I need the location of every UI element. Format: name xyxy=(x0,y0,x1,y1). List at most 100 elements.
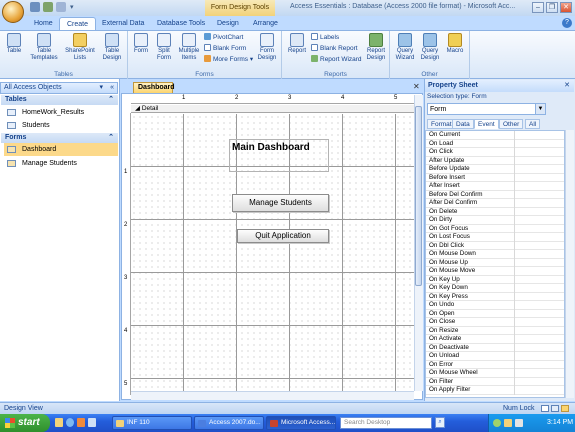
property-scrollbar[interactable] xyxy=(565,130,574,398)
start-button[interactable]: start xyxy=(0,414,50,432)
property-value-field[interactable] xyxy=(514,207,564,216)
property-value-field[interactable] xyxy=(514,309,564,318)
query-design-button[interactable]: Query Design xyxy=(418,33,442,62)
property-value-field[interactable] xyxy=(514,352,564,361)
tray-icon[interactable] xyxy=(504,419,512,427)
property-row[interactable]: On Load xyxy=(426,139,564,148)
property-value-field[interactable] xyxy=(514,156,564,165)
blank-report-button[interactable]: Blank Report xyxy=(311,44,358,52)
tab-other[interactable]: Other xyxy=(499,119,524,129)
report-wizard-button[interactable]: Report Wizard xyxy=(311,55,362,63)
close-document-icon[interactable]: ✕ xyxy=(413,82,420,91)
property-row[interactable]: On Mouse Down xyxy=(426,250,564,259)
redo-icon[interactable] xyxy=(56,2,66,12)
object-selector[interactable]: Form ▼ xyxy=(427,103,546,115)
tab-design[interactable]: Design xyxy=(210,17,246,30)
property-row[interactable]: Before Del Confirm xyxy=(426,190,564,199)
qat-customize-icon[interactable]: ▾ xyxy=(70,3,74,11)
property-value-field[interactable] xyxy=(514,233,564,242)
property-row[interactable]: On Current xyxy=(426,131,564,140)
minimize-button[interactable]: – xyxy=(532,2,544,13)
show-desktop-icon[interactable] xyxy=(88,418,96,427)
property-row[interactable]: On Mouse Wheel xyxy=(426,369,564,378)
property-row[interactable]: On Unload xyxy=(426,352,564,361)
property-row[interactable]: On Lost Focus xyxy=(426,233,564,242)
property-value-field[interactable] xyxy=(514,173,564,182)
property-value-field[interactable] xyxy=(514,335,564,344)
form-button[interactable]: Form xyxy=(130,33,152,55)
property-row[interactable]: After Update xyxy=(426,156,564,165)
property-value-field[interactable] xyxy=(514,326,564,335)
property-row[interactable]: On Mouse Up xyxy=(426,258,564,267)
property-row[interactable]: Before Update xyxy=(426,165,564,174)
taskbar-item-inf110[interactable]: INF 110 xyxy=(112,416,192,430)
quicklaunch-icon[interactable] xyxy=(55,418,63,427)
nav-dropdown-icon[interactable]: ▾ xyxy=(99,83,103,93)
report-design-button[interactable]: Report Design xyxy=(364,33,388,62)
property-row[interactable]: On Got Focus xyxy=(426,224,564,233)
property-row[interactable]: On Open xyxy=(426,309,564,318)
close-property-sheet-icon[interactable]: ✕ xyxy=(564,80,570,91)
property-value-field[interactable] xyxy=(514,292,564,301)
property-value-field[interactable] xyxy=(514,369,564,378)
document-tab-dashboard[interactable]: Dashboard xyxy=(133,82,175,93)
property-value-field[interactable] xyxy=(514,224,564,233)
property-value-field[interactable] xyxy=(514,190,564,199)
nav-item-manage-students[interactable]: Manage Students xyxy=(4,157,118,170)
property-value-field[interactable] xyxy=(514,284,564,293)
property-row[interactable]: After Del Confirm xyxy=(426,199,564,208)
nav-section-tables[interactable]: Tables ⌃ xyxy=(1,95,118,105)
property-value-field[interactable] xyxy=(514,148,564,157)
table-button[interactable]: Table xyxy=(3,33,25,55)
tab-external-data[interactable]: External Data xyxy=(95,17,151,30)
pivotchart-button[interactable]: PivotChart xyxy=(204,33,243,41)
property-value-field[interactable] xyxy=(514,343,564,352)
property-row[interactable]: On Filter xyxy=(426,377,564,386)
property-value-field[interactable] xyxy=(514,199,564,208)
form-design-button[interactable]: Form Design xyxy=(254,33,280,62)
property-value-field[interactable] xyxy=(514,241,564,250)
vertical-scroll-thumb[interactable] xyxy=(415,106,422,286)
property-value-field[interactable] xyxy=(514,377,564,386)
property-value-field[interactable] xyxy=(514,165,564,174)
property-row[interactable]: On Deactivate xyxy=(426,343,564,352)
tab-data[interactable]: Data xyxy=(452,119,474,129)
nav-section-forms[interactable]: Forms ⌃ xyxy=(1,133,118,143)
property-value-field[interactable] xyxy=(514,360,564,369)
property-row[interactable]: On Activate xyxy=(426,335,564,344)
property-row[interactable]: On Undo xyxy=(426,301,564,310)
query-wizard-button[interactable]: Query Wizard xyxy=(394,33,416,62)
property-value-field[interactable] xyxy=(514,275,564,284)
chevron-down-icon[interactable]: ▼ xyxy=(535,104,545,114)
detail-section-bar[interactable]: ◢ Detail xyxy=(131,105,414,113)
layout-view-icon[interactable] xyxy=(551,405,559,412)
collapse-icon[interactable]: ⌃ xyxy=(108,95,114,105)
horizontal-scrollbar[interactable] xyxy=(131,391,414,400)
property-value-field[interactable] xyxy=(514,267,564,276)
property-row[interactable]: On Mouse Move xyxy=(426,267,564,276)
property-row[interactable]: On Key Press xyxy=(426,292,564,301)
property-value-field[interactable] xyxy=(514,318,564,327)
table-templates-button[interactable]: Table Templates xyxy=(27,33,61,62)
property-row[interactable]: On Key Up xyxy=(426,275,564,284)
undo-icon[interactable] xyxy=(43,2,53,12)
tab-all[interactable]: All xyxy=(525,119,541,129)
property-row[interactable]: On Error xyxy=(426,360,564,369)
sharepoint-lists-button[interactable]: SharePoint Lists xyxy=(62,33,98,62)
report-button[interactable]: Report xyxy=(285,33,309,55)
design-view-icon[interactable] xyxy=(561,405,569,412)
ie-icon[interactable] xyxy=(66,418,74,427)
office-button[interactable] xyxy=(2,1,24,23)
restore-button[interactable]: ❐ xyxy=(546,2,558,13)
property-row[interactable]: On Dirty xyxy=(426,216,564,225)
shutter-bar-icon[interactable]: « xyxy=(110,83,114,93)
nav-item-students[interactable]: Students xyxy=(4,119,118,132)
close-button[interactable]: ✕ xyxy=(560,2,572,13)
tray-icon[interactable] xyxy=(493,419,501,427)
form-view-icon[interactable] xyxy=(541,405,549,412)
quit-application-button[interactable]: Quit Application xyxy=(237,229,329,243)
blank-form-button[interactable]: Blank Form xyxy=(204,44,246,52)
collapse-icon[interactable]: ⌃ xyxy=(108,133,114,143)
property-row[interactable]: After Insert xyxy=(426,182,564,191)
property-value-field[interactable] xyxy=(514,301,564,310)
